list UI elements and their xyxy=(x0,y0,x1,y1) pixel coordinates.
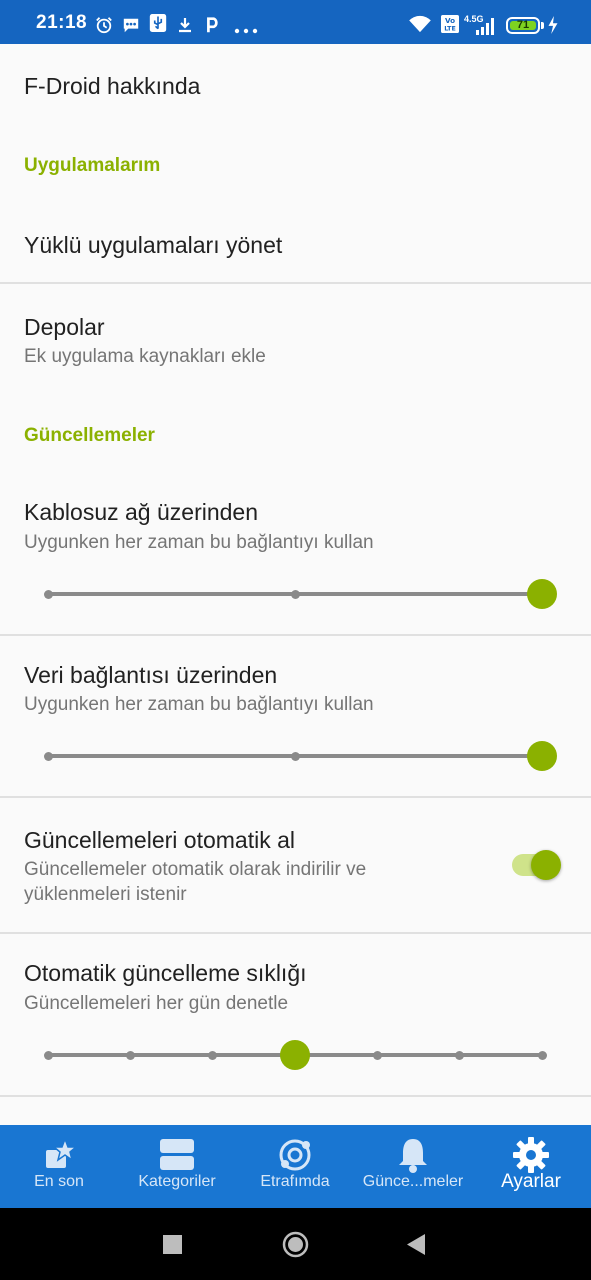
nav-nearby-label: Etrafımda xyxy=(260,1173,330,1190)
wifi-slider-tick xyxy=(290,589,300,599)
repositories-summary: Ek uygulama kaynakları ekle xyxy=(24,346,266,367)
settings-list[interactable]: F-Droid hakkında Uygulamalarım Yüklü uyg… xyxy=(0,44,591,1125)
interval-slider-tick xyxy=(455,1050,465,1060)
nav-updates[interactable]: Günce...meler xyxy=(354,1125,472,1208)
mobile-data-summary: Uygunken her zaman bu bağlantıyı kullan xyxy=(24,694,374,715)
volte-icon: Vo LTE xyxy=(441,15,459,33)
bell-icon xyxy=(399,1139,427,1173)
divider xyxy=(0,282,591,284)
nav-settings[interactable]: Ayarlar xyxy=(472,1125,590,1208)
battery-icon: 71 xyxy=(506,17,540,34)
battery-level: 71 xyxy=(516,19,530,31)
my-apps-header: Uygulamalarım xyxy=(24,155,161,176)
update-interval-summary: Güncellemeleri her gün denetle xyxy=(24,993,289,1014)
update-interval-title: Otomatik güncelleme sıklığı xyxy=(24,960,307,986)
data-slider-tick xyxy=(290,751,300,761)
divider xyxy=(0,932,591,934)
more-icon xyxy=(234,28,258,34)
manage-installed-apps-item[interactable]: Yüklü uygulamaları yönet xyxy=(24,232,282,259)
download-icon xyxy=(179,18,191,33)
wifi-icon xyxy=(409,15,431,33)
interval-slider-tick xyxy=(537,1050,547,1060)
wifi-summary: Uygunken her zaman bu bağlantıyı kullan xyxy=(24,532,374,553)
battery-nub xyxy=(541,22,544,29)
divider xyxy=(0,1095,591,1097)
categories-icon xyxy=(160,1139,194,1170)
interval-slider-thumb[interactable] xyxy=(280,1040,310,1070)
auto-update-switch-thumb[interactable] xyxy=(531,850,561,880)
home-circle-icon[interactable] xyxy=(282,1231,309,1258)
status-time: 21:18 xyxy=(36,12,88,33)
wifi-slider-tick xyxy=(43,589,53,599)
nav-categories-label: Kategoriler xyxy=(138,1173,216,1190)
interval-slider-tick xyxy=(43,1050,53,1060)
mobile-data-title: Veri bağlantısı üzerinden xyxy=(24,662,278,688)
parking-icon xyxy=(207,17,218,33)
updates-header: Güncellemeler xyxy=(24,425,155,446)
nav-nearby[interactable]: Etrafımda xyxy=(236,1125,354,1208)
auto-update-title[interactable]: Güncellemeleri otomatik al xyxy=(24,827,295,854)
latest-star-icon xyxy=(46,1136,79,1168)
back-triangle-icon[interactable] xyxy=(407,1234,425,1255)
nav-latest-label: En son xyxy=(34,1173,84,1190)
data-slider-tick xyxy=(43,751,53,761)
system-navigation-bar xyxy=(0,1208,591,1280)
about-fdroid-item[interactable]: F-Droid hakkında xyxy=(24,73,200,100)
auto-update-summary-line1: Güncellemeler otomatik olarak indirilir … xyxy=(24,859,367,880)
usb-icon xyxy=(149,14,167,32)
nearby-icon xyxy=(279,1139,311,1171)
auto-update-summary-line2: yüklenmeleri istenir xyxy=(24,884,187,905)
message-icon xyxy=(123,18,139,33)
repositories-title[interactable]: Depolar xyxy=(24,314,105,341)
nav-categories[interactable]: Kategoriler xyxy=(118,1125,236,1208)
alarm-icon xyxy=(96,17,112,34)
status-bar: 21:18 Vo LTE 4.5G 71 xyxy=(0,0,591,44)
interval-slider-tick xyxy=(372,1050,382,1060)
divider xyxy=(0,634,591,636)
svg-text:Vo: Vo xyxy=(445,16,455,25)
divider xyxy=(0,796,591,798)
signal-icon xyxy=(476,18,494,35)
wifi-slider-thumb[interactable] xyxy=(527,579,557,609)
nav-updates-label: Günce...meler xyxy=(362,1173,464,1190)
nav-settings-label: Ayarlar xyxy=(501,1171,561,1192)
gear-icon xyxy=(513,1137,549,1173)
interval-slider-tick xyxy=(208,1050,218,1060)
charging-icon xyxy=(548,16,558,34)
bottom-navigation: En son Kategoriler Etrafımda Günce...mel… xyxy=(0,1125,591,1208)
data-slider-thumb[interactable] xyxy=(527,741,557,771)
nav-latest[interactable]: En son xyxy=(0,1125,118,1208)
svg-text:LTE: LTE xyxy=(444,25,456,32)
recents-square-icon[interactable] xyxy=(163,1235,182,1254)
interval-slider-tick xyxy=(125,1050,135,1060)
wifi-title: Kablosuz ağ üzerinden xyxy=(24,499,258,525)
